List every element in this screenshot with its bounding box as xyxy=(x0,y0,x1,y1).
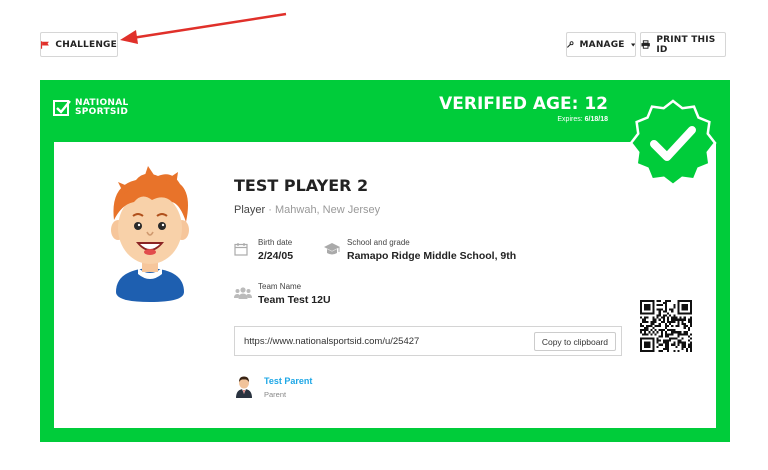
player-subtitle: Player · Mahwah, New Jersey xyxy=(234,204,380,216)
brand-logo: NATIONAL SPORTSID xyxy=(53,99,129,117)
manage-label: MANAGE xyxy=(579,39,625,50)
calendar-icon xyxy=(234,243,248,256)
school-label: School and grade xyxy=(347,238,410,247)
logo-line-2: SPORTSID xyxy=(75,107,129,117)
team-label: Team Name xyxy=(258,282,302,291)
player-name: TEST PLAYER 2 xyxy=(234,176,369,195)
verified-age: VERIFIED AGE: 12 xyxy=(439,94,608,114)
wrench-icon xyxy=(567,41,574,48)
print-id-button[interactable]: PRINT THIS ID xyxy=(640,32,726,57)
copy-to-clipboard-button[interactable]: Copy to clipboard xyxy=(533,332,616,351)
flag-icon xyxy=(41,40,49,49)
profile-url: https://www.nationalsportsid.com/u/25427 xyxy=(244,336,420,347)
verified-check-badge-icon xyxy=(629,99,717,187)
challenge-label: CHALLENGE xyxy=(55,39,117,50)
parent-role: Parent xyxy=(264,390,287,399)
birth-date-label: Birth date xyxy=(258,238,293,247)
school-value: Ramapo Ridge Middle School, 9th xyxy=(347,250,517,262)
parent-name-link[interactable]: Test Parent xyxy=(264,376,312,386)
printer-icon xyxy=(641,40,650,49)
qr-code xyxy=(640,300,692,352)
profile-link-field[interactable]: https://www.nationalsportsid.com/u/25427… xyxy=(234,326,622,356)
card-body: TEST PLAYER 2 Player · Mahwah, New Jerse… xyxy=(54,142,716,428)
caret-down-icon xyxy=(630,43,635,46)
manage-dropdown-button[interactable]: MANAGE xyxy=(566,32,636,57)
player-location: Mahwah, New Jersey xyxy=(274,204,381,216)
subtitle-separator: · xyxy=(268,204,272,216)
player-avatar xyxy=(111,166,189,302)
print-label: PRINT THIS ID xyxy=(656,34,716,55)
expires-text: Expires: 6/18/18 xyxy=(557,116,608,123)
birth-date-value: 2/24/05 xyxy=(258,250,294,262)
player-role: Player xyxy=(234,204,266,216)
parent-avatar xyxy=(236,376,252,398)
expires-label: Expires: xyxy=(557,116,583,123)
checkbox-logo-icon xyxy=(53,100,71,116)
challenge-button[interactable]: CHALLENGE xyxy=(40,32,118,57)
graduation-cap-icon xyxy=(324,243,340,255)
team-value: Team Test 12U xyxy=(258,294,331,306)
expires-date: 6/18/18 xyxy=(584,116,608,123)
annotation-arrow xyxy=(120,12,287,44)
team-icon xyxy=(234,287,252,299)
sports-id-card: NATIONAL SPORTSID VERIFIED AGE: 12 Expir… xyxy=(40,80,730,442)
